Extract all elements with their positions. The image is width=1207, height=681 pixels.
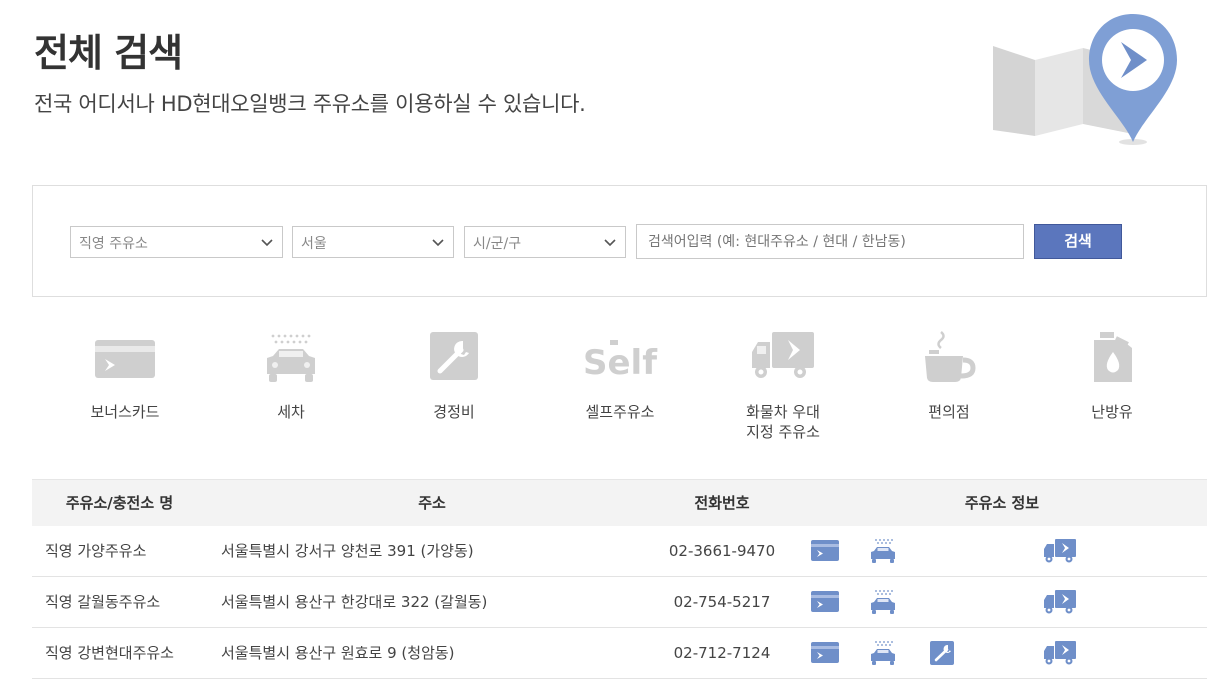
table-row[interactable]: 직영 가양주유소 서울특별시 강서구 양천로 391 (가양동) 02-3661… [32,526,1207,577]
station-phone: 02-754-5217 [673,593,771,611]
header-name: 주유소/충전소 명 [65,494,174,512]
filter-label: 경정비 [433,403,475,421]
station-address: 서울특별시 용산구 한강대로 322 (갈월동) [221,593,488,611]
table-header: 주유소/충전소 명 주소 전화번호 주유소 정보 [32,479,1207,526]
car-wash-icon [871,641,895,665]
station-type-select[interactable]: 직영 주유소 [70,226,283,258]
station-phone: 02-712-7124 [673,644,771,662]
bonus-card-icon [811,642,839,663]
truck-icon [752,332,814,378]
truck-icon [1044,539,1076,563]
filter-label: 세차 [277,403,305,421]
oil-can-icon [1094,332,1132,382]
car-wash-icon [267,334,315,382]
truck-icon [1044,641,1076,665]
chevron-down-icon [432,239,444,247]
station-type-value: 직영 주유소 [79,236,148,252]
table-row[interactable]: 직영 강변현대주유소 서울특별시 용산구 원효로 9 (청암동) 02-712-… [32,628,1207,679]
wrench-icon [430,332,478,380]
header-phone: 전화번호 [694,494,750,512]
bonus-card-icon [95,340,155,378]
search-input[interactable] [636,224,1024,259]
filter-maintenance[interactable]: 경정비 [384,330,524,422]
map-pin-illustration [985,8,1185,150]
bonus-card-icon [811,591,839,612]
car-wash-icon [871,539,895,563]
chevron-down-icon [261,239,273,247]
filter-label: 보너스카드 [90,403,160,421]
page-subtitle: 전국 어디서나 HD현대오일뱅크 주유소를 이용하실 수 있습니다. [34,92,586,116]
district-select[interactable]: 시/군/구 [464,226,626,258]
station-name[interactable]: 직영 강변현대주유소 [45,628,174,679]
filter-convenience-store[interactable]: 편의점 [879,330,1019,422]
station-name[interactable]: 직영 갈월동주유소 [45,577,160,628]
city-select[interactable]: 서울 [292,226,454,258]
filter-bonus-card[interactable]: 보너스카드 [55,330,195,422]
city-value: 서울 [301,236,327,252]
bonus-card-icon [811,540,839,561]
wrench-icon [930,641,954,665]
filter-label: 난방유 [1091,403,1133,421]
station-address: 서울특별시 용산구 원효로 9 (청암동) [221,644,455,662]
station-phone: 02-3661-9470 [668,542,776,560]
page-title: 전체 검색 [34,31,183,75]
search-panel: 직영 주유소 서울 시/군/구 검색 [32,185,1207,297]
filter-label: 편의점 [928,403,970,421]
chevron-down-icon [604,239,616,247]
svg-text:Self: Self [583,343,658,383]
filter-car-wash[interactable]: 세차 [221,330,361,422]
station-results-table: 주유소/충전소 명 주소 전화번호 주유소 정보 직영 가양주유소 서울특별시 … [32,479,1207,679]
filter-self[interactable]: Self 셀프주유소 [550,330,690,422]
header-info: 주유소 정보 [964,494,1040,512]
self-icon: Self [583,340,658,383]
filter-label: 셀프주유소 [585,403,655,421]
header-address: 주소 [418,494,446,512]
filter-truck[interactable]: 화물차 우대 지정 주유소 [713,330,853,442]
coffee-cup-icon [925,331,976,382]
car-wash-icon [871,590,895,614]
filter-label: 화물차 우대 지정 주유소 [746,403,820,441]
station-name[interactable]: 직영 가양주유소 [45,526,146,577]
truck-icon [1044,590,1076,614]
station-address: 서울특별시 강서구 양천로 391 (가양동) [221,542,474,560]
filter-heating-oil[interactable]: 난방유 [1042,330,1182,422]
search-button[interactable]: 검색 [1034,224,1122,259]
service-filter-bar: 보너스카드 세차 경정비 Self 셀프주유소 화물차 우대 지정 주유소 편의… [32,330,1207,460]
table-row[interactable]: 직영 갈월동주유소 서울특별시 용산구 한강대로 322 (갈월동) 02-75… [32,577,1207,628]
district-value: 시/군/구 [473,236,522,252]
